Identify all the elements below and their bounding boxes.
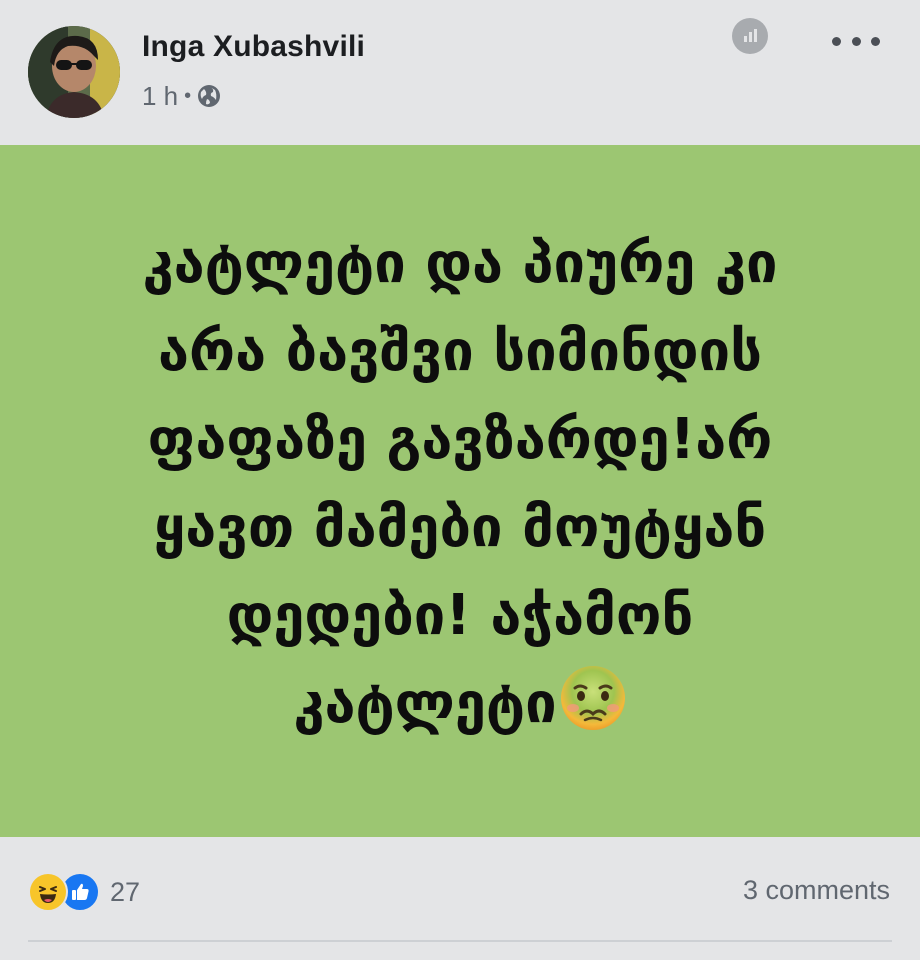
post-text-last-line: კატლეტი [60, 660, 860, 748]
meta-separator: • [184, 84, 192, 107]
more-dot [832, 36, 841, 46]
more-dot [871, 36, 880, 46]
insights-icon[interactable] [732, 18, 768, 54]
post-text-line: არა ბავშვი სიმინდის [157, 319, 763, 384]
post-text-line: კატლეტი და პიურე კი [142, 231, 778, 296]
more-dot [851, 36, 861, 46]
post-text-line: ყავთ მამები მოუტყან [153, 495, 767, 560]
post-text-line: დედები! აჭამონ [226, 583, 694, 648]
post-time[interactable]: 1 h [142, 81, 178, 112]
more-options-icon[interactable] [832, 26, 880, 56]
comments-link[interactable]: 3 comments [743, 875, 890, 906]
reactions-summary[interactable]: 27 [28, 872, 141, 912]
footer-divider [28, 940, 892, 942]
author-avatar[interactable] [28, 26, 120, 118]
nauseated-face-icon [559, 664, 627, 732]
globe-icon [197, 84, 221, 108]
post-meta: 1 h • [142, 80, 221, 112]
post-text-line: ფაფაზე გავზარდე!არ [147, 407, 773, 472]
post-text-card[interactable]: კატლეტი და პიურე კი არა ბავშვი სიმინდის … [0, 145, 920, 837]
post-text-line: კატლეტი [293, 671, 557, 736]
post-header: Inga Xubashvili 1 h • [0, 0, 920, 145]
haha-icon [28, 872, 68, 912]
post-text: კატლეტი და პიურე კი არა ბავშვი სიმინდის … [60, 220, 860, 748]
post-footer: 27 3 comments [0, 837, 920, 960]
reaction-count: 27 [110, 876, 141, 907]
author-name[interactable]: Inga Xubashvili [142, 30, 365, 64]
